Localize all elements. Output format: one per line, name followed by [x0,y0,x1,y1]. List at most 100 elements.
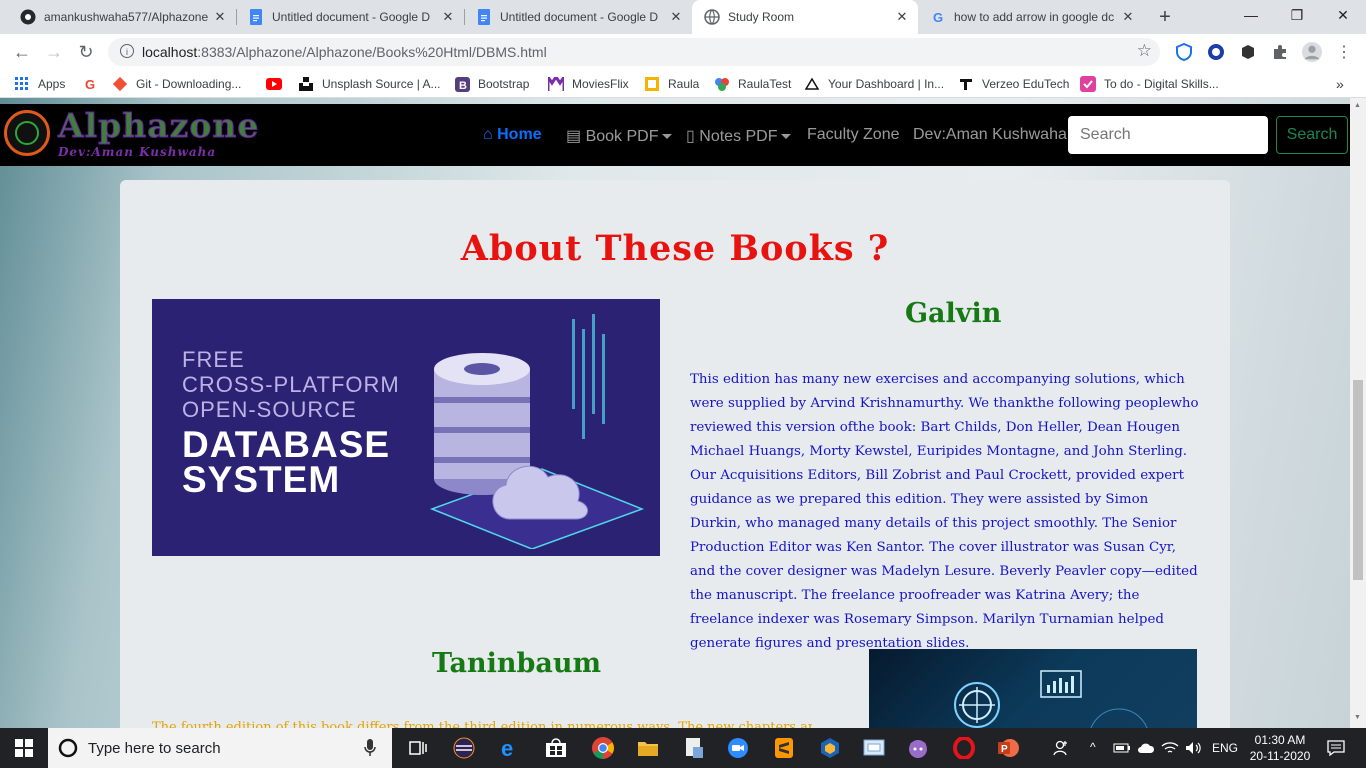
clock[interactable]: 01:30 AM 20-11-2020 [1248,732,1312,764]
task-view-icon[interactable] [406,736,430,760]
cube-extension-icon[interactable] [1238,42,1258,62]
nav-home[interactable]: ⌂ Home [483,126,542,144]
wifi-icon[interactable] [1158,736,1182,760]
google-docs-icon [248,9,264,25]
image-text-database: DATABASE [182,424,391,465]
page-viewport: Alphazone Dev:Aman Kushwaha ⌂ Home ▤ Boo… [0,98,1350,728]
address-bar[interactable]: i localhost:8383/Alphazone/Alphazone/Boo… [108,38,1160,66]
close-window-button[interactable]: ✕ [1320,0,1366,30]
microphone-icon[interactable] [364,739,376,757]
cat-app-icon[interactable] [906,736,930,760]
sublime-text-icon[interactable] [772,736,796,760]
book-icon: ▤ [566,128,582,145]
close-tab-icon[interactable]: ✕ [1120,9,1136,25]
technology-image [869,649,1197,728]
volume-icon[interactable] [1182,736,1206,760]
opera-icon[interactable] [952,736,976,760]
onedrive-cloud-icon[interactable] [1134,736,1158,760]
file-explorer-icon[interactable] [636,736,660,760]
tab-google-search[interactable]: G how to add arrow in google dc ✕ [918,0,1144,34]
database-system-image: FREE CROSS-PLATFORM OPEN-SOURCE DATABASE… [152,299,660,556]
bookmark-google[interactable]: G [82,76,106,92]
new-tab-button[interactable]: + [1155,7,1175,27]
virtualbox-icon[interactable] [818,736,842,760]
bootstrap-icon: B [454,76,470,92]
book-title-taninbaum: Taninbaum [432,648,602,679]
bookmark-dashboard[interactable]: Your Dashboard | In... [804,76,944,92]
notifications-icon[interactable] [1324,736,1348,760]
image-text-system: SYSTEM [182,459,341,500]
site-search-button[interactable]: Search [1276,116,1348,154]
input-language[interactable]: ENG [1212,741,1238,755]
svg-text:B: B [459,80,467,92]
shield-extension-icon[interactable] [1174,42,1194,62]
page-scrollbar[interactable]: ▲ ▼ [1350,98,1366,728]
tab-github[interactable]: amankushwaha577/Alphazone ✕ [8,0,236,34]
profile-avatar-icon[interactable] [1302,42,1322,62]
eclipse-app-icon[interactable] [452,736,476,760]
tab-strip: amankushwaha577/Alphazone ✕ Untitled doc… [0,0,1366,34]
site-logo[interactable]: Alphazone [57,106,259,146]
puzzle-extensions-icon[interactable] [1270,42,1290,62]
bookmark-todo[interactable]: To do - Digital Skills... [1080,76,1219,92]
close-tab-icon[interactable]: ✕ [668,9,684,25]
clock-date: 20-11-2020 [1249,749,1311,763]
site-info-icon[interactable]: i [120,44,134,58]
globe-icon [704,9,720,25]
nav-faculty-zone[interactable]: Faculty Zone [807,126,899,144]
image-text-open-source: OPEN-SOURCE [182,397,357,422]
bookmark-raulatest[interactable]: RaulaTest [714,76,791,92]
bookmark-youtube[interactable] [266,76,290,92]
windows-start-icon[interactable] [12,736,36,760]
close-tab-icon[interactable]: ✕ [212,9,228,25]
back-icon[interactable]: ← [10,40,34,64]
close-tab-icon[interactable]: ✕ [440,9,456,25]
snipping-tool-icon[interactable] [862,736,886,760]
nav-dev[interactable]: Dev:Aman Kushwaha [913,126,1067,144]
apps-grid-icon [14,76,30,92]
edge-browser-icon[interactable]: e [498,736,522,760]
bookmark-moviesflix[interactable]: MoviesFlix [548,76,629,92]
maximize-button[interactable]: ❐ [1274,0,1320,30]
reload-icon[interactable]: ↻ [74,40,98,64]
tool-app-icon[interactable] [682,736,706,760]
bookmark-apps[interactable]: Apps [14,76,65,92]
show-hidden-icons-chevron-icon[interactable]: ^ [1090,740,1096,754]
svg-text:P: P [1001,744,1008,755]
chrome-icon[interactable] [590,736,616,760]
tab-google-doc-1[interactable]: Untitled document - Google D ✕ [236,0,464,34]
scrollbar-thumb[interactable] [1353,380,1363,580]
bookmark-bootstrap[interactable]: B Bootstrap [454,76,529,92]
bookmark-unsplash[interactable]: Unsplash Source | A... [298,76,441,92]
extension-badge-icon[interactable] [1206,42,1226,62]
store-icon[interactable] [544,736,568,760]
bookmark-star-icon[interactable]: ☆ [1137,41,1152,61]
tab-title: Untitled document - Google D [272,10,431,24]
minimize-button[interactable]: — [1228,0,1274,30]
pdf-file-icon: ▯ [686,128,695,145]
close-tab-icon[interactable]: ✕ [894,9,910,25]
svg-text:e: e [501,737,513,759]
menu-kebab-icon[interactable]: ⋮ [1334,42,1354,62]
battery-icon[interactable] [1110,736,1134,760]
tab-google-doc-2[interactable]: Untitled document - Google D ✕ [464,0,692,34]
bookmark-git[interactable]: Git - Downloading... [112,76,241,92]
chevron-down-icon [780,134,791,140]
books-card: About These Books ? FREE CROSS-PLATFORM … [120,180,1230,728]
nav-book-pdf[interactable]: ▤ Book PDF [566,126,672,146]
browser-toolbar: ← → ↻ i localhost:8383/Alphazone/Alphazo… [0,34,1366,70]
bookmarks-overflow-icon[interactable]: » [1336,76,1344,92]
nav-notes-pdf[interactable]: ▯ Notes PDF [686,126,791,146]
powerpoint-icon[interactable]: P [996,736,1020,760]
bookmark-verzeo[interactable]: Verzeo EduTech [958,76,1069,92]
zoom-icon[interactable] [726,736,750,760]
forward-icon[interactable]: → [42,40,66,64]
dashboard-icon [804,76,820,92]
tab-study-room[interactable]: Study Room ✕ [692,0,918,34]
bookmark-raula[interactable]: Raula [644,76,699,92]
site-search-input[interactable] [1068,116,1268,154]
people-icon[interactable] [1050,736,1074,760]
tab-title: Study Room [728,10,795,24]
taskbar-search-box[interactable]: Type here to search [48,728,392,768]
moviesflix-icon [548,76,564,92]
